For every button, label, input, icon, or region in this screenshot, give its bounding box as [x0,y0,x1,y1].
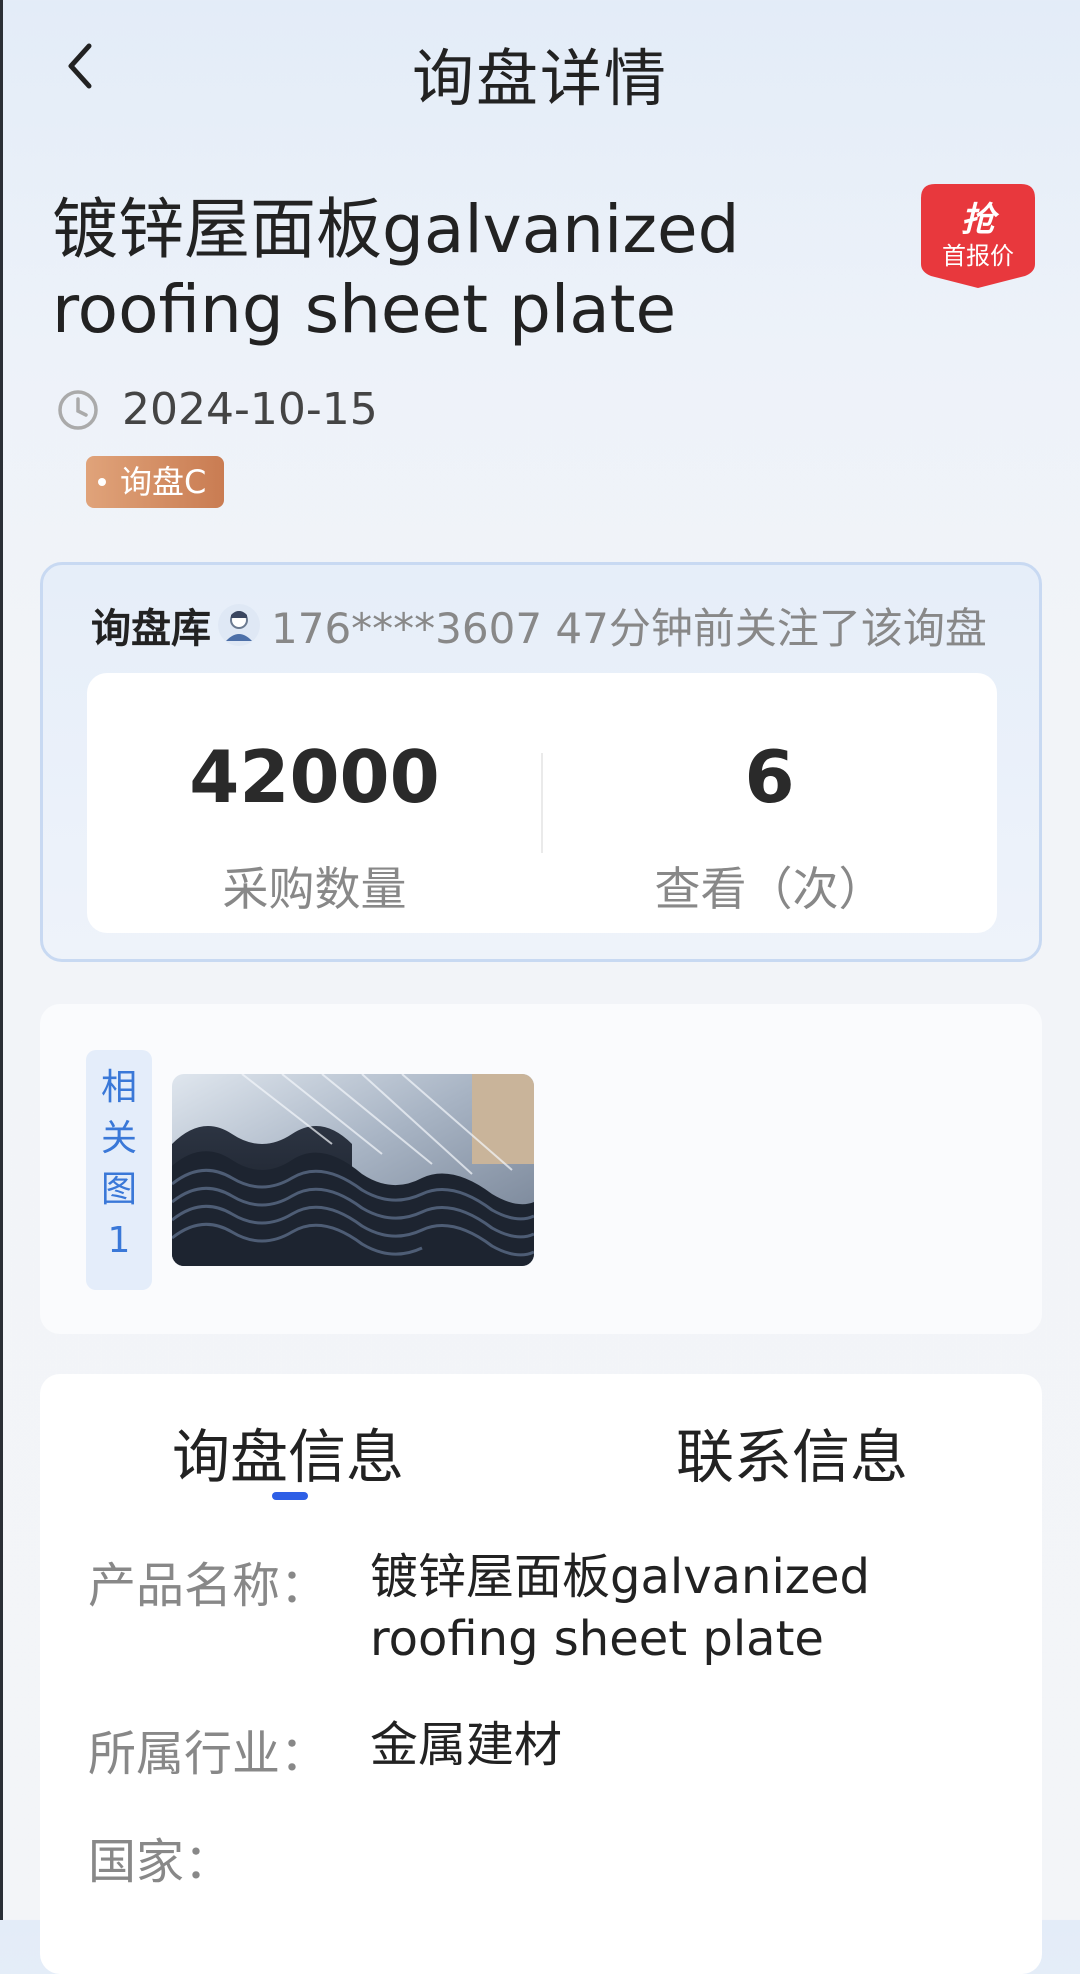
views-value: 6 [744,735,795,819]
quantity-value: 42000 [189,735,440,819]
inquiry-date: 2024-10-15 [122,384,378,435]
tab-contact-info[interactable]: 联系信息 [676,1410,908,1494]
info-value: 金属建材 [370,1717,563,1773]
ticker-message: 176****3607 47分钟前关注了该询盘 [271,603,987,653]
date-row: 2024-10-15 [56,384,378,435]
grab-first-quote-button[interactable]: 抢 首报价 [921,184,1035,288]
views-label: 查看（次） [654,862,885,916]
ticker-label: 询盘库 [91,606,211,652]
related-label-char: 图 [100,1169,137,1210]
page-title: 询盘详情 [411,42,668,115]
corrugated-sheet-image [172,1074,534,1266]
related-images-tab[interactable]: 相 关 图 1 [86,1050,152,1290]
inquiry-level-tag: 询盘C [86,456,225,508]
related-label-char: 相 [100,1067,137,1108]
clock-icon [58,389,98,430]
quantity-stat: 42000 采购数量 [87,673,542,933]
stats-panel: 42000 采购数量 6 查看（次） [87,673,997,933]
tab-inquiry-info[interactable]: 询盘信息 [172,1410,404,1494]
related-label-char: 关 [100,1118,137,1159]
related-images-card: 相 关 图 1 [40,1004,1042,1334]
active-tab-indicator [272,1492,308,1500]
user-avatar-icon [218,604,260,646]
related-label-char: 1 [107,1220,131,1261]
activity-ticker: 询盘库 176****3607 47分钟前关注了该询盘 [91,595,991,655]
quantity-label: 采购数量 [222,862,407,916]
info-key: 国家： [88,1834,233,1890]
info-value: 镀锌屋面板galvanized roofing sheet plate [370,1549,870,1667]
info-key: 产品名称： [88,1558,329,1614]
grab-badge-line1: 抢 [961,200,995,240]
views-stat: 6 查看（次） [542,673,997,933]
screen-edge [0,0,3,1920]
inquiry-info-card: 询盘信息 联系信息 产品名称： 镀锌屋面板galvanized roofing … [40,1374,1042,1974]
info-key: 所属行业： [88,1726,329,1782]
product-photo-thumbnail[interactable] [172,1074,534,1266]
stats-card: 询盘库 176****3607 47分钟前关注了该询盘 42000 采购数量 6… [40,562,1042,962]
product-title: 镀锌屋面板galvanized roofing sheet plate [52,191,740,348]
grab-badge-line2: 首报价 [942,242,1014,270]
